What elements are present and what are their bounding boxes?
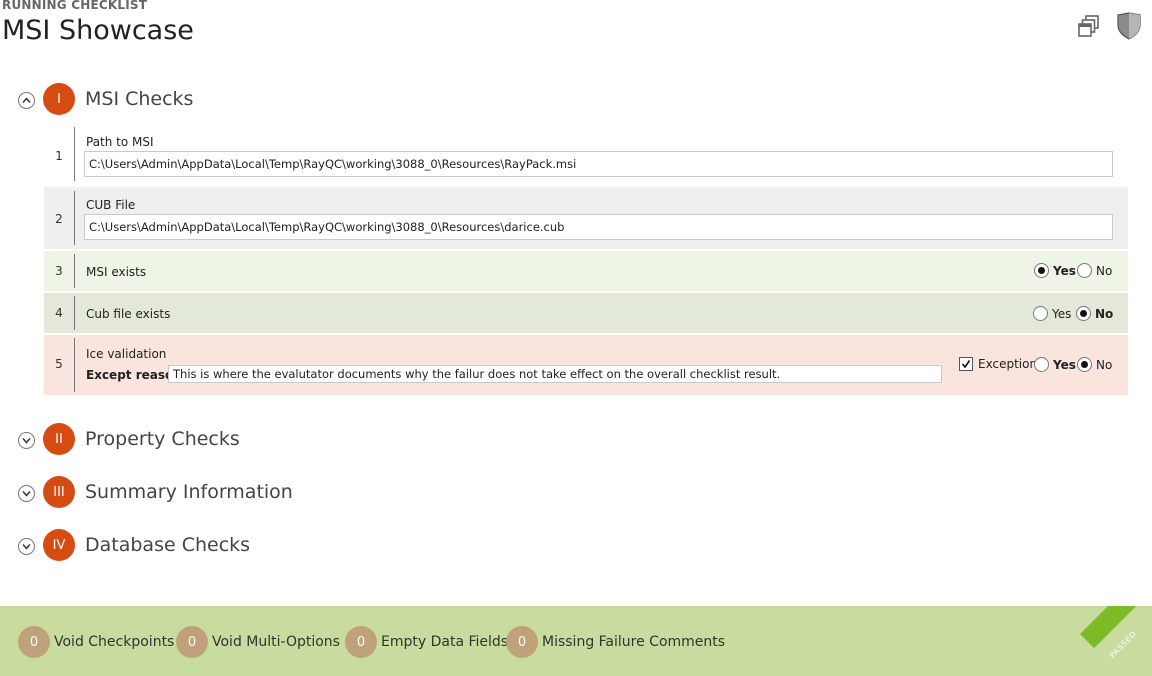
radio-circle[interactable] (1034, 263, 1049, 278)
yes-radio[interactable]: Yes (1034, 263, 1076, 278)
expand-toggle[interactable] (18, 432, 35, 449)
checklist-row: 2 CUB File C:\Users\Admin\AppData\Local\… (44, 187, 1128, 249)
row-number: 4 (55, 306, 63, 320)
page-subtitle: RUNNING CHECKLIST (2, 0, 148, 12)
no-radio[interactable]: No (1076, 306, 1113, 321)
section-numeral: III (43, 476, 75, 508)
row-label: MSI exists (86, 265, 147, 279)
row-number: 1 (55, 149, 63, 163)
radio-circle[interactable] (1077, 357, 1092, 372)
badge-count: 0 (176, 626, 208, 658)
yes-label: Yes (1052, 306, 1072, 321)
no-radio[interactable]: No (1077, 263, 1112, 278)
yes-radio[interactable]: Yes (1033, 306, 1071, 321)
path-to-msi-input[interactable]: C:\Users\Admin\AppData\Local\Temp\RayQC\… (84, 151, 1113, 177)
checklist-row: 4 Cub file exists Yes No (44, 293, 1128, 333)
section-numeral: I (43, 83, 75, 115)
section-summary-information[interactable]: III Summary Information (18, 476, 418, 510)
windows-icon[interactable] (1077, 12, 1103, 40)
checklist-row: 3 MSI exists Yes No (44, 251, 1128, 291)
checklist-row: 1 Path to MSI C:\Users\Admin\AppData\Loc… (44, 125, 1128, 183)
radio-circle[interactable] (1034, 357, 1049, 372)
no-label: No (1096, 357, 1113, 372)
section-title: MSI Checks (85, 88, 194, 110)
shield-icon[interactable] (1116, 12, 1142, 40)
chevron-up-icon (22, 97, 31, 103)
expand-toggle[interactable] (18, 485, 35, 502)
passed-ribbon (1080, 606, 1152, 649)
section-msi-checks[interactable]: I MSI Checks (18, 83, 418, 117)
row-number: 5 (55, 357, 63, 371)
row-label: Path to MSI (86, 135, 154, 149)
badge-label: Void Multi-Options (212, 634, 340, 650)
checkbox-box[interactable] (959, 357, 973, 371)
section-title: Database Checks (85, 534, 251, 556)
expand-toggle[interactable] (18, 538, 35, 555)
section-database-checks[interactable]: IV Database Checks (18, 529, 418, 563)
empty-data-fields-badge[interactable]: 0 Empty Data Fields (345, 626, 508, 658)
void-checkpoints-badge[interactable]: 0 Void Checkpoints (18, 626, 174, 658)
radio-circle[interactable] (1077, 263, 1092, 278)
badge-count: 0 (18, 626, 50, 658)
badge-label: Missing Failure Comments (542, 634, 726, 650)
chevron-down-icon (22, 438, 31, 444)
radio-circle[interactable] (1033, 306, 1048, 321)
yes-label: Yes (1053, 263, 1076, 278)
section-numeral: II (43, 423, 75, 455)
badge-label: Empty Data Fields (381, 634, 509, 650)
no-radio[interactable]: No (1077, 357, 1112, 372)
row-number: 2 (55, 212, 63, 226)
section-property-checks[interactable]: II Property Checks (18, 423, 418, 457)
row-divider (74, 191, 75, 245)
checklist-row: 5 Ice validation Except reason This is w… (44, 335, 1128, 395)
row-divider (74, 254, 75, 288)
cub-file-input[interactable]: C:\Users\Admin\AppData\Local\Temp\RayQC\… (84, 214, 1113, 240)
row-number: 3 (55, 264, 63, 278)
missing-failure-comments-badge[interactable]: 0 Missing Failure Comments (506, 626, 725, 658)
badge-count: 0 (506, 626, 538, 658)
radio-circle[interactable] (1076, 306, 1091, 321)
row-label: CUB File (86, 198, 136, 212)
header: RUNNING CHECKLIST MSI Showcase (0, 0, 1152, 60)
row-divider (74, 338, 75, 392)
section-numeral: IV (43, 529, 75, 561)
no-label: No (1095, 306, 1114, 321)
exception-checkbox[interactable]: Exception (959, 357, 1037, 371)
chevron-down-icon (22, 544, 31, 550)
exception-label: Exception (978, 357, 1038, 371)
badge-label: Void Checkpoints (54, 634, 175, 650)
void-multi-options-badge[interactable]: 0 Void Multi-Options (176, 626, 340, 658)
except-reason-input[interactable]: This is where the evalutator documents w… (168, 365, 942, 383)
row-divider (74, 127, 75, 181)
status-footer: 0 Void Checkpoints 0 Void Multi-Options … (0, 606, 1152, 676)
yes-radio[interactable]: Yes (1034, 357, 1076, 372)
page-title: MSI Showcase (2, 15, 194, 46)
row-label: Cub file exists (86, 307, 171, 321)
row-label: Ice validation (86, 347, 167, 361)
checkmark-icon (961, 360, 971, 369)
section-title: Property Checks (85, 428, 240, 450)
collapse-toggle[interactable] (18, 92, 35, 109)
no-label: No (1096, 263, 1113, 278)
yes-label: Yes (1053, 357, 1076, 372)
section-title: Summary Information (85, 481, 293, 503)
chevron-down-icon (22, 491, 31, 497)
row-divider (74, 296, 75, 330)
badge-count: 0 (345, 626, 377, 658)
